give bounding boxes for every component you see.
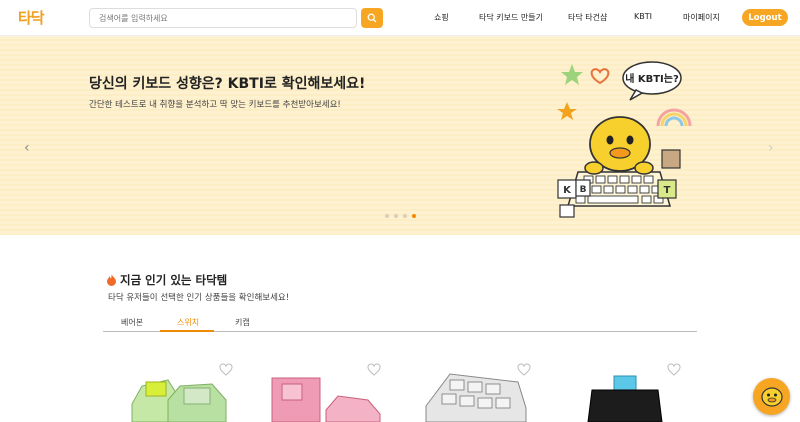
banner-title: 당신의 키보드 성향은? KBTI로 확인해보세요! [89,76,366,92]
banner-subtitle: 간단한 테스트로 내 취향을 분석하고 딱 맞는 키보드를 추천받아보세요! [89,100,341,110]
svg-text:B: B [580,185,587,195]
kbti-duck-illustration: 내 KBTI는? K B T [557,61,692,218]
tab-switch[interactable]: 스위치 [177,317,199,328]
wishlist-heart-icon[interactable] [219,363,233,377]
wishlist-heart-icon[interactable] [367,363,381,377]
wishlist-heart-icon[interactable] [667,363,681,377]
product-image-black-switch[interactable] [582,360,668,422]
section-title: 지금 인기 있는 타닥템 [106,272,227,288]
slide-dot[interactable] [385,214,389,218]
header: 타닥 쇼핑 타닥 키보드 만들기 타닥 타건샵 KBTI 마이페이지 Logou… [0,0,800,36]
speech-bubble-text: 내 KBTI는? [625,72,679,85]
logo[interactable]: 타닥 [18,7,45,28]
duck-icon [760,386,783,407]
nav-typing-shop[interactable]: 타닥 타건샵 [568,12,607,23]
slide-indicator [385,214,416,218]
svg-text:K: K [563,185,572,196]
tab-keycap[interactable]: 키캡 [235,317,250,328]
floating-chatbot-button[interactable] [753,378,790,415]
slide-dot[interactable] [403,214,407,218]
section-subtitle: 타닥 유저들이 선택한 인기 상품들을 확인해보세요! [108,293,290,303]
search-button[interactable] [361,8,383,28]
tab-barebone[interactable]: 베어본 [121,317,143,328]
search-input[interactable] [89,8,357,28]
fire-icon [107,274,116,286]
logout-button[interactable]: Logout [742,9,788,26]
slide-dot[interactable] [394,214,398,218]
nav-build-keyboard[interactable]: 타닥 키보드 만들기 [479,12,543,23]
slide-dot-active[interactable] [412,214,416,218]
hero-banner[interactable]: 당신의 키보드 성향은? KBTI로 확인해보세요! 간단한 테스트로 내 취향… [0,36,800,235]
search-icon [367,13,377,23]
section-title-text: 지금 인기 있는 타닥템 [120,273,228,287]
active-tab-indicator [160,330,214,332]
wishlist-heart-icon[interactable] [517,363,531,377]
nav-shopping[interactable]: 쇼핑 [434,12,449,23]
nav-kbti[interactable]: KBTI [634,12,652,21]
nav-mypage[interactable]: 마이페이지 [683,12,720,23]
prev-slide-arrow-icon[interactable]: ‹ [24,140,30,156]
svg-text:T: T [664,185,671,196]
product-image-clear-switch[interactable] [420,360,532,422]
category-tabs: 베어본 스위치 키캡 [103,312,697,332]
next-slide-arrow-icon[interactable]: › [768,140,774,156]
